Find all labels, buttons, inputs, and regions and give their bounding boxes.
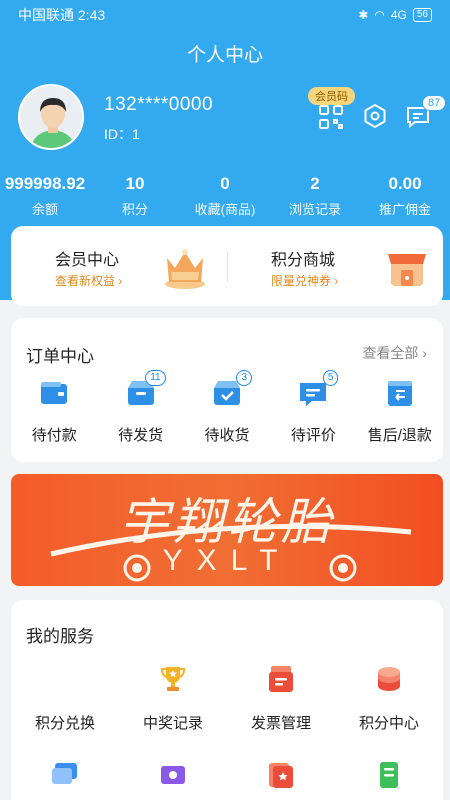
stat-history[interactable]: 2 浏览记录 <box>270 174 360 218</box>
box-icon: 11 <box>126 370 166 408</box>
stat-label: 余额 <box>31 202 58 217</box>
service-item[interactable] <box>227 760 335 790</box>
order-center-card: 订单中心 查看全部 › 待付款 11 待发货 3 待收货 5 待评价 售后/退款 <box>11 318 443 462</box>
crown-icon <box>161 244 209 295</box>
order-status-row: 待付款 11 待发货 3 待收货 5 待评价 售后/退款 <box>11 370 443 445</box>
order-after-sales[interactable]: 售后/退款 <box>357 378 443 445</box>
stat-value: 10 <box>125 174 145 193</box>
member-code-badge[interactable]: 会员码 <box>308 87 355 105</box>
bluetooth-icon: ✱ <box>358 8 369 22</box>
service-label: 中奖记录 <box>142 715 203 732</box>
order-label: 售后/退款 <box>367 427 432 444</box>
stat-label: 推广佣金 <box>378 202 431 217</box>
member-center-title: 会员中心 <box>55 252 120 269</box>
services-row-2 <box>11 760 443 790</box>
stat-label: 浏览记录 <box>288 202 341 217</box>
services-row-1: 积分兑换 中奖记录 发票管理 积分中心 <box>11 664 443 733</box>
service-points-exchange[interactable]: 积分兑换 <box>11 664 119 733</box>
order-label: 待评价 <box>290 427 336 444</box>
stat-value: 2 <box>310 174 320 193</box>
invoice-icon <box>266 664 296 694</box>
refund-icon <box>385 378 415 408</box>
comment-icon: 5 <box>298 370 339 408</box>
service-label: 发票管理 <box>250 715 311 732</box>
ticket-icon <box>158 760 188 790</box>
stat-commission[interactable]: 0.00 推广佣金 <box>360 174 450 218</box>
settings-icon[interactable] <box>362 103 390 131</box>
chat-card-icon <box>50 760 80 790</box>
service-invoice[interactable]: 发票管理 <box>227 664 335 733</box>
stat-value: 0.00 <box>388 174 422 193</box>
stat-label: 积分 <box>121 202 148 217</box>
stat-value: 999998.92 <box>4 174 86 193</box>
services-card: 我的服务 积分兑换 中奖记录 发票管理 积分中心 <box>11 600 443 800</box>
service-label: 积分兑换 <box>34 715 95 732</box>
message-count-badge: 87 <box>422 95 447 111</box>
points-mall-title: 积分商城 <box>271 252 336 269</box>
wallet-icon <box>39 378 69 408</box>
service-prize-record[interactable]: 中奖记录 <box>119 664 227 733</box>
service-points-center[interactable]: 积分中心 <box>335 664 443 733</box>
order-pending-review[interactable]: 5 待评价 <box>270 370 356 445</box>
order-label: 待付款 <box>31 427 77 444</box>
services-title: 我的服务 <box>26 627 94 646</box>
promo-banner[interactable]: 宇翔轮胎 YXLT <box>11 474 443 586</box>
service-item[interactable] <box>11 760 119 790</box>
order-center-title: 订单中心 <box>26 347 94 366</box>
order-pending-receipt[interactable]: 3 待收货 <box>184 370 270 445</box>
stat-balance[interactable]: 999998.92 余额 <box>0 174 90 218</box>
count-badge: 3 <box>236 370 253 386</box>
service-item[interactable] <box>119 760 227 790</box>
star-card-icon <box>266 760 296 790</box>
see-all-link[interactable]: 查看全部 › <box>362 343 427 363</box>
page-title: 个人中心 <box>186 45 263 66</box>
member-center-entry[interactable]: 会员中心 查看新权益 › <box>11 226 227 306</box>
count-badge: 11 <box>145 370 166 386</box>
stat-value: 0 <box>220 174 230 193</box>
count-badge: 5 <box>322 370 339 386</box>
wifi-icon: ◠ <box>374 8 385 22</box>
points-mall-sub: 限量兑神券 › <box>271 274 339 288</box>
service-item[interactable] <box>335 760 443 790</box>
status-icons: ✱ ◠ 4G 56 <box>358 8 432 22</box>
battery-icon: 56 <box>412 8 432 22</box>
status-bar: 中国联通 2:43 ✱ ◠ 4G 56 <box>0 0 450 30</box>
member-card: 会员中心 查看新权益 › 积分商城 限量兑神券 › <box>11 226 443 306</box>
order-label: 待收货 <box>204 427 250 444</box>
order-pending-shipment[interactable]: 11 待发货 <box>97 370 183 445</box>
stat-label: 收藏(商品) <box>194 202 256 217</box>
signal-icon: 4G <box>390 8 407 22</box>
banner-subtitle: YXLT <box>162 544 292 577</box>
member-center-sub: 查看新权益 › <box>55 274 123 288</box>
qrcode-icon[interactable] <box>318 104 346 132</box>
points-mall-entry[interactable]: 积分商城 限量兑神券 › <box>227 226 443 306</box>
document-icon <box>374 760 404 790</box>
truck-icon: 3 <box>212 370 253 408</box>
user-phone: 132****0000 <box>104 94 214 115</box>
shop-icon <box>383 244 431 297</box>
carrier-time: 中国联通 2:43 <box>18 7 106 23</box>
user-id: ID：1 <box>104 126 140 142</box>
order-label: 待发货 <box>118 427 164 444</box>
trophy-icon <box>158 664 188 694</box>
service-label: 积分中心 <box>358 715 419 732</box>
stat-favorites[interactable]: 0 收藏(商品) <box>180 174 270 218</box>
exchange-icon <box>50 664 80 694</box>
stat-points[interactable]: 10 积分 <box>90 174 180 218</box>
order-pending-payment[interactable]: 待付款 <box>11 378 97 445</box>
stats-row: 999998.92 余额 10 积分 0 收藏(商品) 2 浏览记录 0.00 … <box>0 174 450 218</box>
avatar[interactable] <box>18 84 84 150</box>
coins-icon <box>374 664 404 694</box>
